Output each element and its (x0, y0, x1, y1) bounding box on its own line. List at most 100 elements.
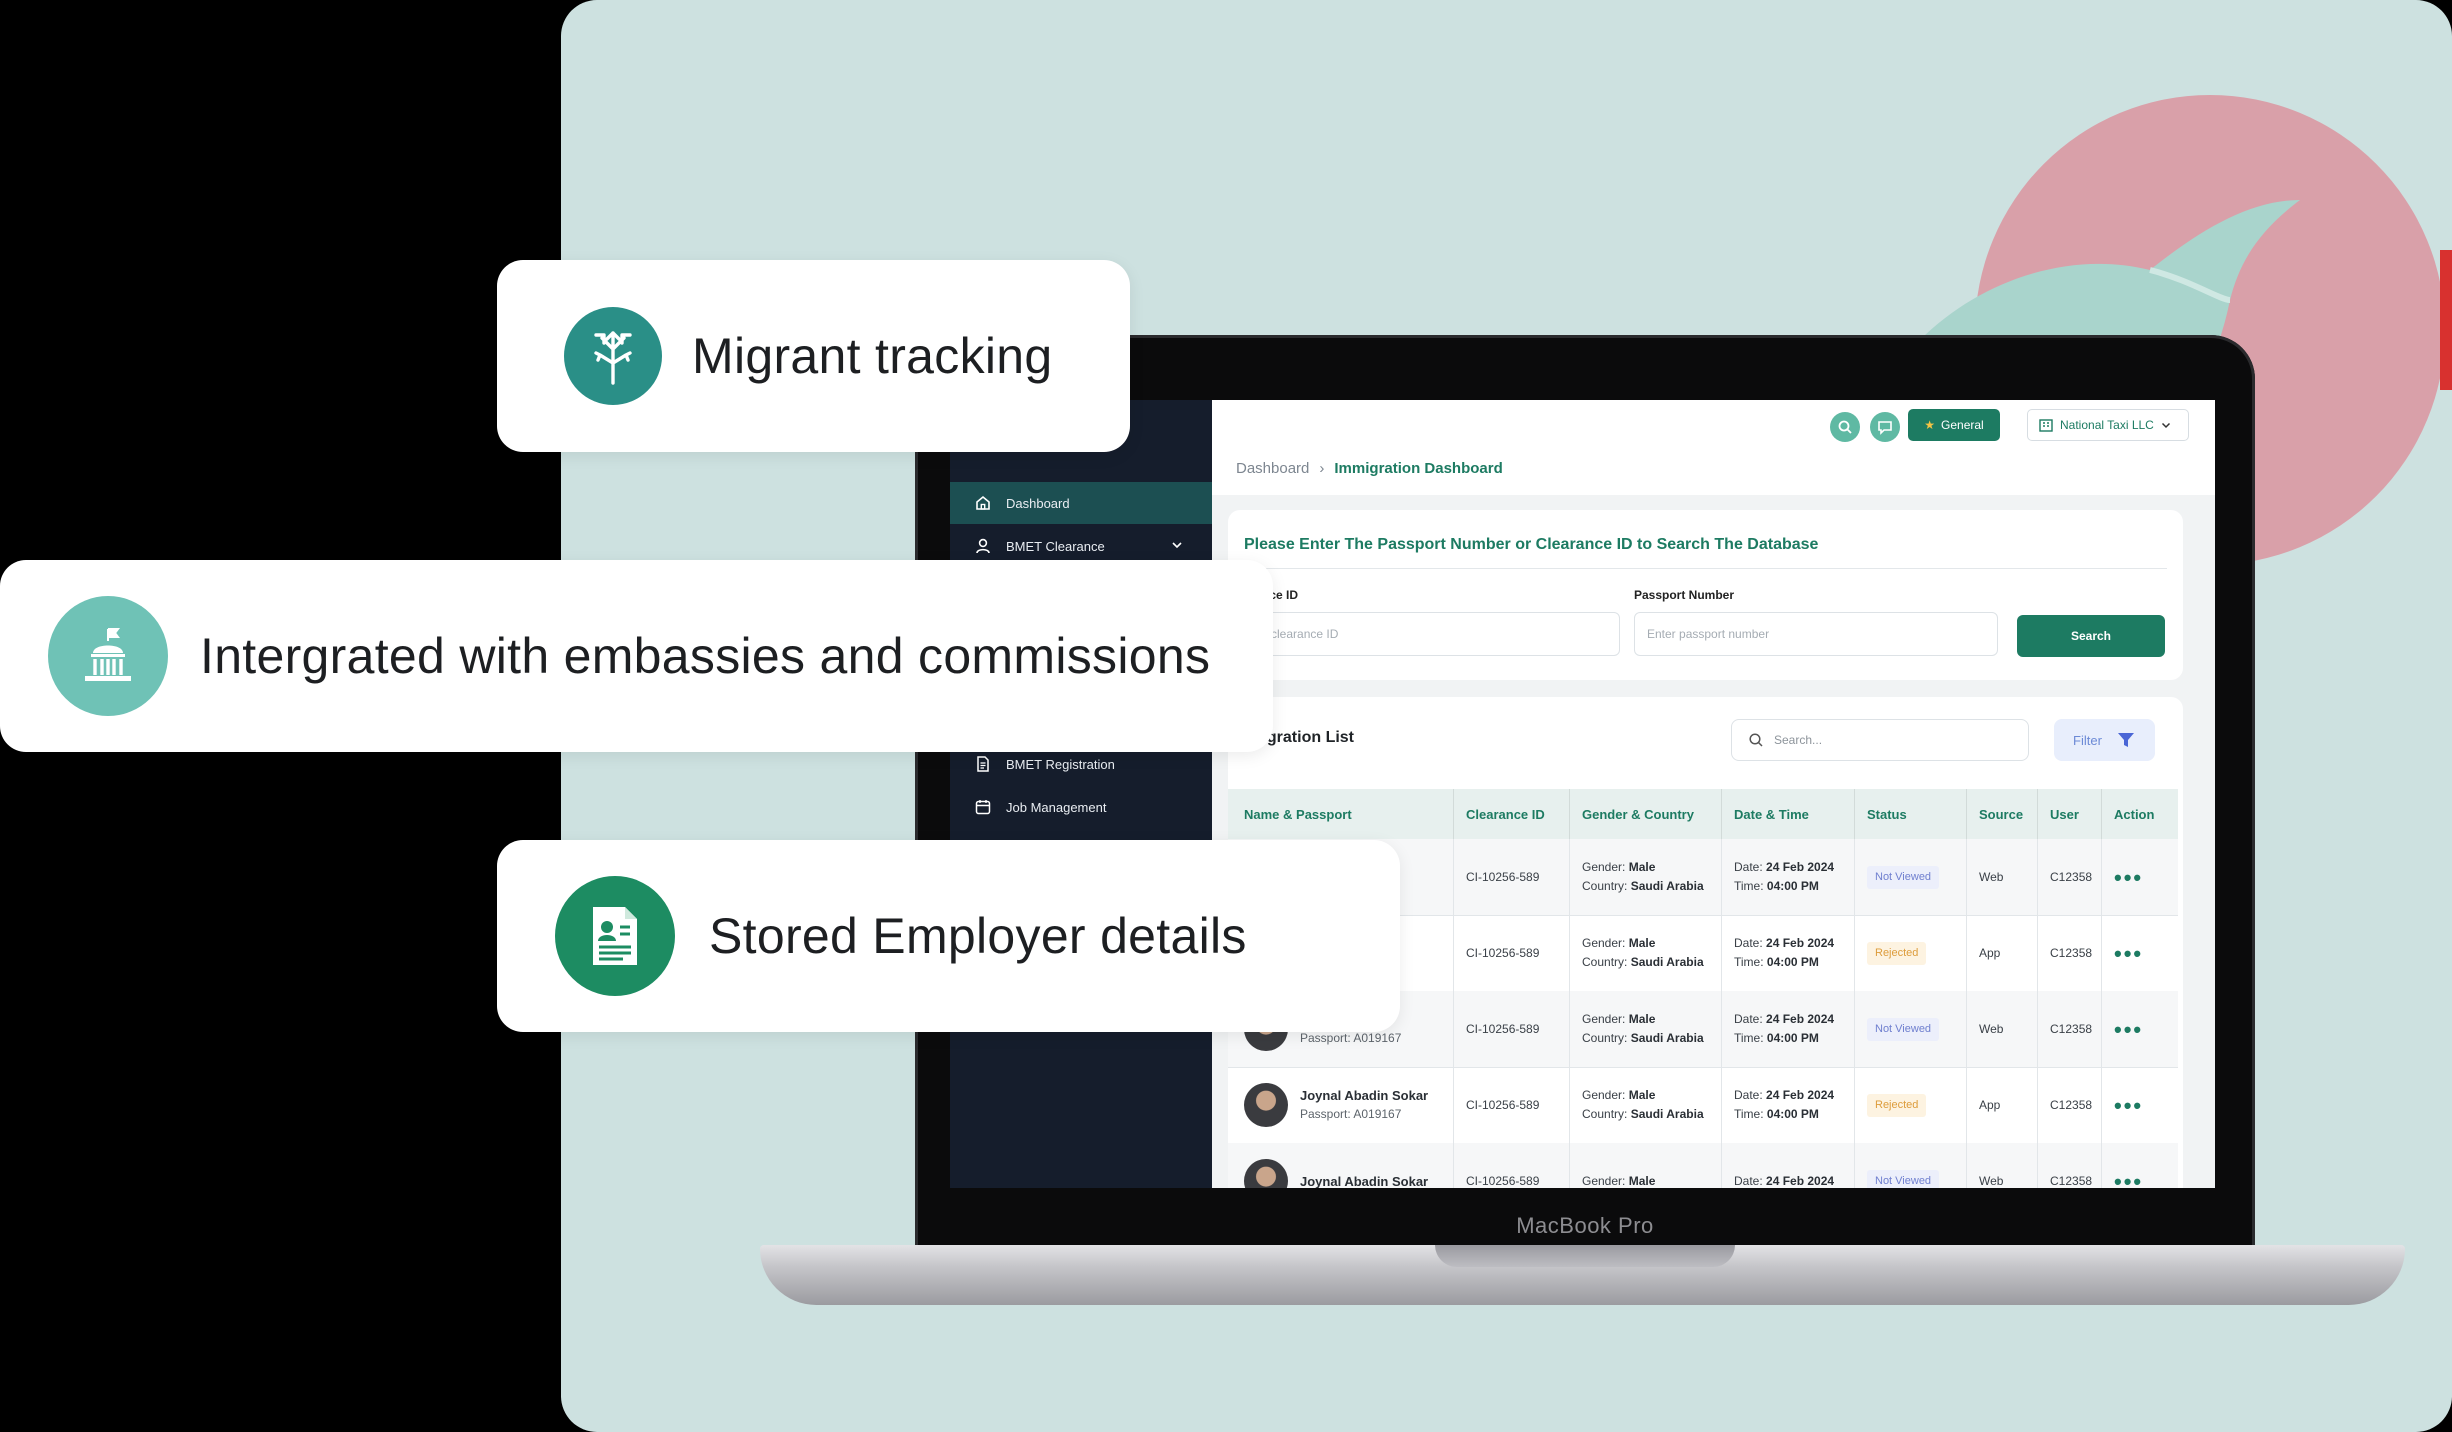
sidebar: Dashboard BMET Clearance BMET Registrati… (950, 400, 1212, 1188)
laptop-notch (1435, 1245, 1735, 1267)
column-header[interactable]: Action (2101, 789, 2178, 839)
more-actions-icon[interactable]: ••• (2114, 1170, 2178, 1188)
sidebar-item-label: Dashboard (1006, 495, 1070, 511)
decorative-red-bar (2440, 250, 2452, 390)
column-header[interactable]: Gender & Country (1569, 789, 1721, 839)
action-cell: ••• (2101, 839, 2178, 915)
status-badge: Rejected (1867, 1093, 1927, 1117)
name-passport-cell: Joynal Abadin Sokar Passport: A019167 (1228, 1067, 1453, 1143)
date-value: 24 Feb 2024 (1766, 1173, 1835, 1188)
time-value: 04:00 PM (1766, 955, 1819, 969)
country-value: Saudi Arabia (1630, 1107, 1704, 1121)
date-time-cell: Date: 24 Feb 2024 Time: 04:00 PM (1721, 1067, 1854, 1143)
action-cell: ••• (2101, 1067, 2178, 1143)
date-value: 24 Feb 2024 (1766, 1012, 1835, 1026)
date-label: Date: (1734, 1088, 1763, 1102)
building-flag-icon (48, 596, 168, 716)
gender-label: Gender: (1582, 1173, 1626, 1188)
clearance-id-cell: CI-10256-589 (1453, 1067, 1569, 1143)
time-value: 04:00 PM (1766, 1031, 1819, 1045)
gender-label: Gender: (1582, 936, 1626, 950)
action-cell: ••• (2101, 915, 2178, 991)
passport-number-input[interactable]: Enter passport number (1634, 612, 1998, 656)
search-button[interactable]: Search (2017, 615, 2165, 657)
more-actions-icon[interactable]: ••• (2114, 1094, 2178, 1116)
search-icon[interactable] (1830, 412, 1860, 442)
source-cell: App (1966, 915, 2037, 991)
user-cell: C12358 (2037, 915, 2101, 991)
status-cell: Not Viewed (1854, 1143, 1966, 1188)
calendar-icon (974, 798, 992, 816)
source-cell: Web (1966, 1143, 2037, 1188)
company-select[interactable]: National Taxi LLC (2027, 409, 2189, 441)
table-row[interactable]: Joynal Abadin Sokar Passport: A019167 CI… (1228, 1067, 2178, 1144)
breadcrumb-parent[interactable]: Dashboard (1236, 460, 1309, 477)
person-name: Joynal Abadin Sokar (1300, 1173, 1429, 1189)
general-button-label: General (1941, 418, 1984, 432)
gender-country-cell: Gender: Male (1569, 1143, 1721, 1188)
gender-label: Gender: (1582, 1012, 1626, 1026)
filter-icon (2117, 733, 2134, 747)
country-value: Saudi Arabia (1630, 879, 1704, 893)
column-header[interactable]: Name & Passport (1228, 789, 1453, 839)
more-actions-icon[interactable]: ••• (2114, 1018, 2178, 1040)
search-card: Please Enter The Passport Number or Clea… (1228, 510, 2183, 680)
date-time-cell: Date: 24 Feb 2024 (1721, 1143, 1854, 1188)
gender-value: Male (1628, 936, 1656, 950)
column-header[interactable]: Clearance ID (1453, 789, 1569, 839)
company-select-label: National Taxi LLC (2060, 418, 2154, 432)
date-label: Date: (1734, 1012, 1763, 1026)
filter-button-label: Filter (2073, 732, 2102, 748)
gender-country-cell: Gender: Male Country: Saudi Arabia (1569, 991, 1721, 1067)
clearance-id-input[interactable]: nter clearance ID (1244, 612, 1620, 656)
split-arrows-icon (564, 307, 662, 405)
laptop-brand-label: MacBook Pro (1516, 1213, 1654, 1238)
chevron-down-icon (1172, 542, 1182, 549)
column-header[interactable]: Status (1854, 789, 1966, 839)
home-icon (974, 494, 992, 512)
sidebar-item-job-management[interactable]: Job Management (950, 786, 1212, 828)
time-value: 04:00 PM (1766, 1107, 1819, 1121)
table-header: Name & Passport Clearance ID Gender & Co… (1228, 789, 2178, 839)
gender-value: Male (1628, 860, 1656, 874)
breadcrumb-separator-icon: › (1319, 460, 1325, 477)
date-time-cell: Date: 24 Feb 2024 Time: 04:00 PM (1721, 915, 1854, 991)
chat-icon[interactable] (1870, 412, 1900, 442)
list-search-placeholder: Search... (1774, 733, 1823, 747)
source-cell: Web (1966, 839, 2037, 915)
sidebar-item-label: Job Management (1006, 799, 1107, 815)
country-value: Saudi Arabia (1630, 1031, 1704, 1045)
date-time-cell: Date: 24 Feb 2024 Time: 04:00 PM (1721, 991, 1854, 1067)
more-actions-icon[interactable]: ••• (2114, 866, 2178, 888)
list-search-input[interactable]: Search... (1731, 719, 2029, 761)
document-icon (974, 755, 992, 773)
time-label: Time: (1734, 1031, 1764, 1045)
date-label: Date: (1734, 860, 1763, 874)
column-header[interactable]: Source (1966, 789, 2037, 839)
gender-country-cell: Gender: Male Country: Saudi Arabia (1569, 839, 1721, 915)
column-header[interactable]: User (2037, 789, 2101, 839)
filter-button[interactable]: Filter (2054, 719, 2155, 761)
more-actions-icon[interactable]: ••• (2114, 942, 2178, 964)
country-label: Country: (1582, 879, 1628, 893)
clearance-id-cell: CI-10256-589 (1453, 839, 1569, 915)
divider (1244, 568, 2167, 569)
breadcrumb: Dashboard › Immigration Dashboard (1236, 460, 1503, 477)
gender-country-cell: Gender: Male Country: Saudi Arabia (1569, 1067, 1721, 1143)
feature-label: Intergrated with embassies and commissio… (200, 628, 1211, 684)
table-row[interactable]: Joynal Abadin Sokar CI-10256-589 Gender:… (1228, 1143, 2178, 1188)
gender-label: Gender: (1582, 860, 1626, 874)
feature-label: Stored Employer details (709, 908, 1247, 964)
general-button[interactable]: ★ General (1908, 409, 2000, 441)
document-id-icon (555, 876, 675, 996)
status-cell: Rejected (1854, 915, 1966, 991)
gender-value: Male (1628, 1012, 1656, 1026)
column-header[interactable]: Date & Time (1721, 789, 1854, 839)
avatar (1244, 1083, 1288, 1127)
status-cell: Not Viewed (1854, 991, 1966, 1067)
date-label: Date: (1734, 1173, 1763, 1188)
sidebar-item-dashboard[interactable]: Dashboard (950, 482, 1212, 524)
search-card-title: Please Enter The Passport Number or Clea… (1244, 536, 1819, 553)
chevron-down-icon (2161, 422, 2170, 429)
date-value: 24 Feb 2024 (1766, 936, 1835, 950)
